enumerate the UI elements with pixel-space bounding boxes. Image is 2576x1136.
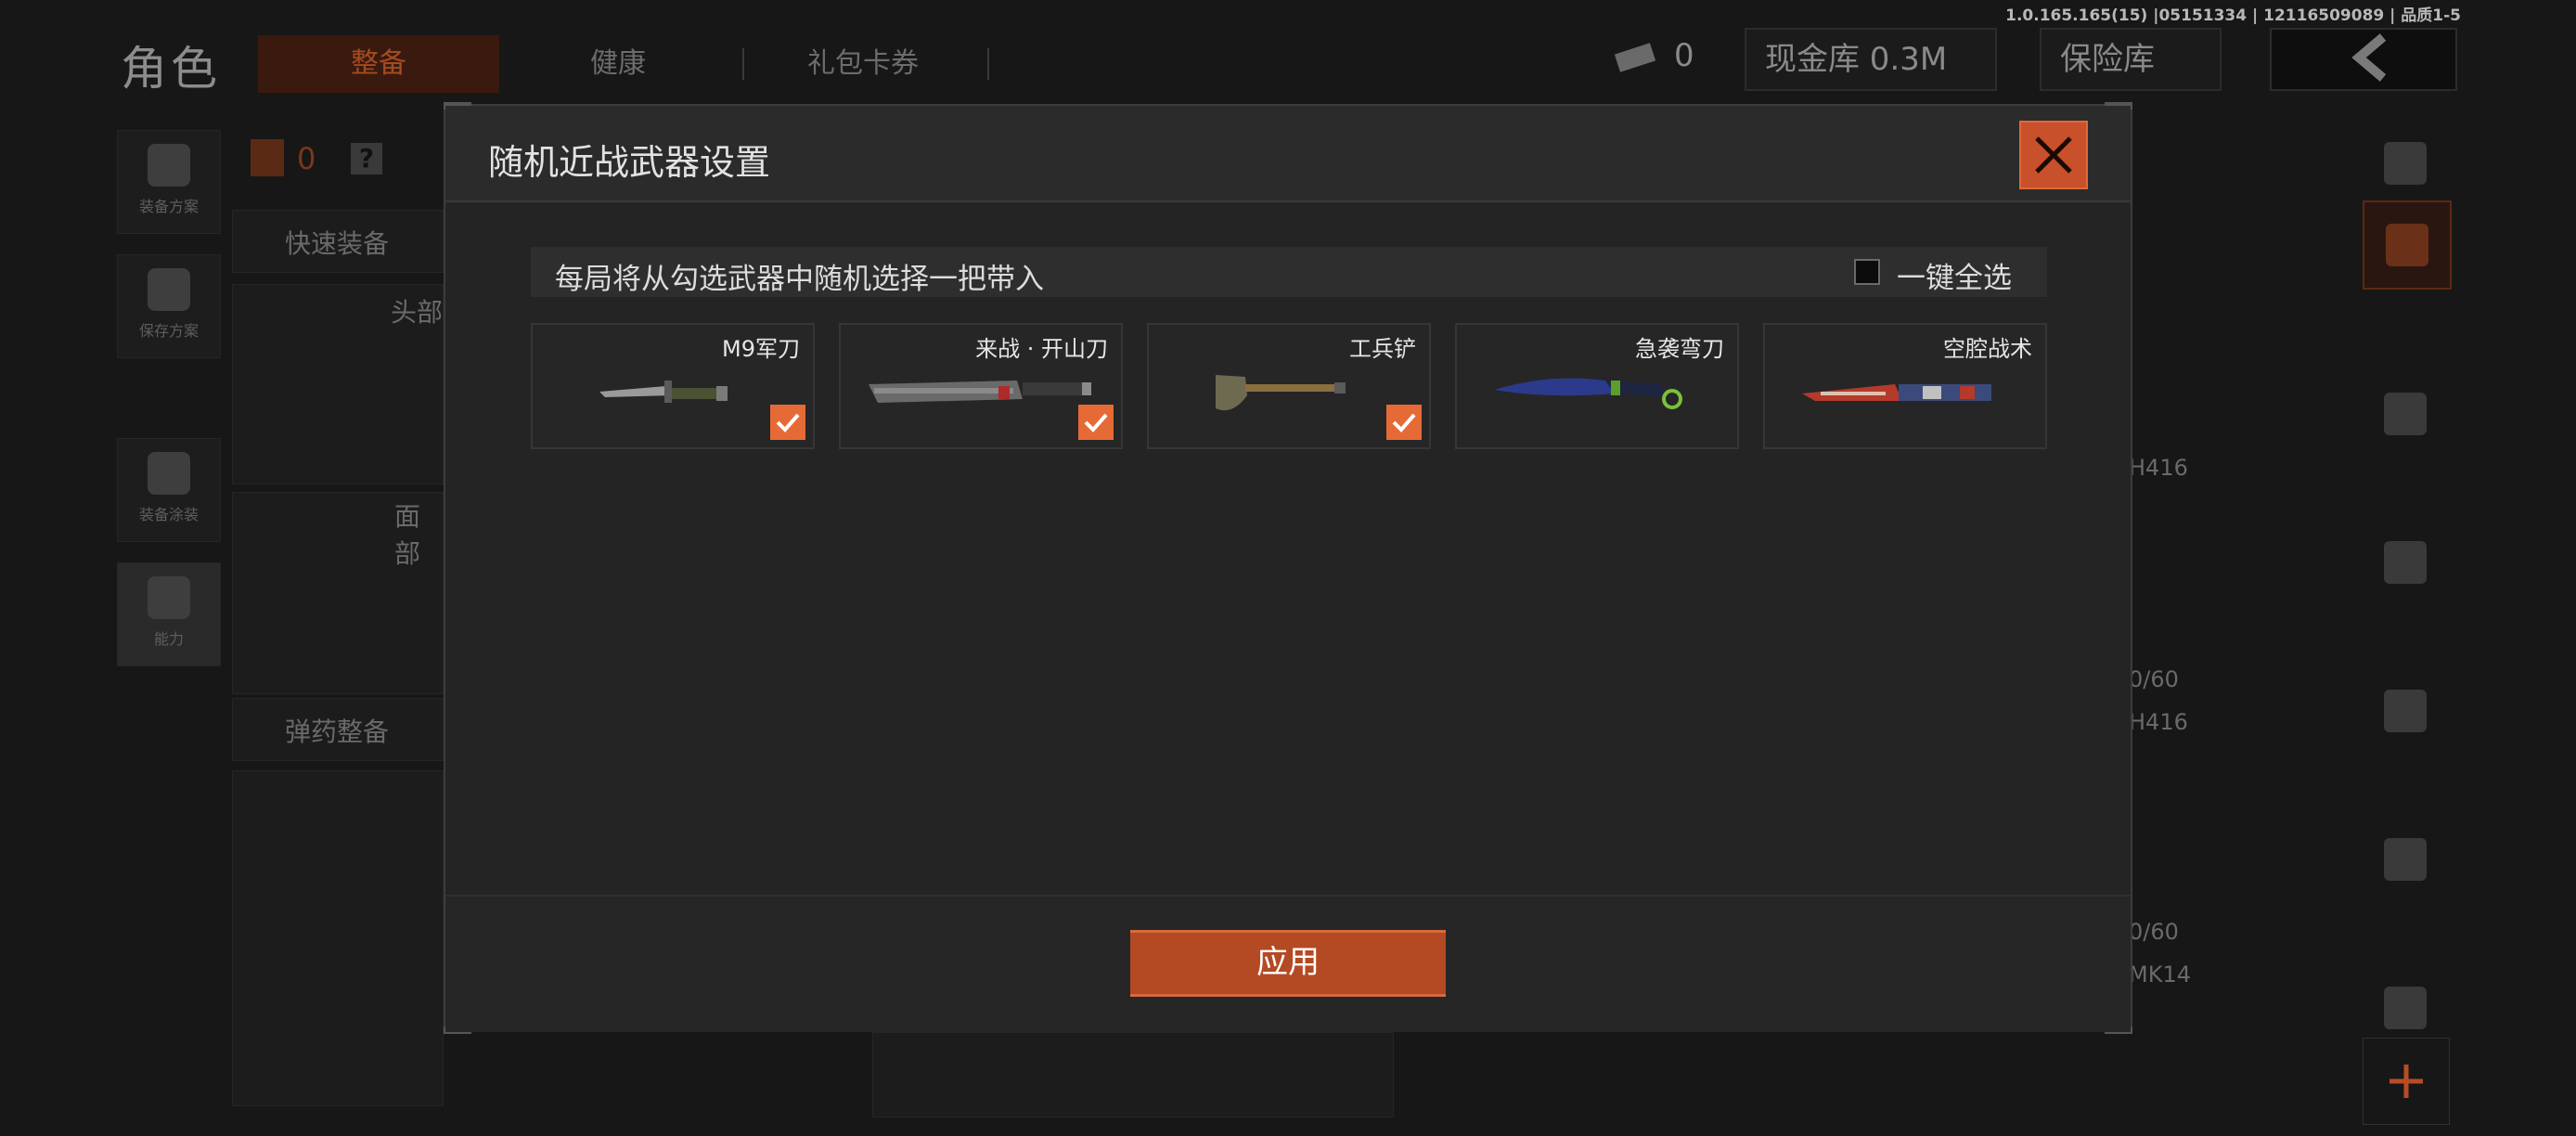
loadout-plan-label: 装备方案 bbox=[138, 198, 199, 215]
tab-divider bbox=[742, 48, 744, 80]
ammo-label: 弹药整备 bbox=[285, 716, 390, 747]
armor-icon bbox=[251, 139, 284, 176]
checkmark-icon bbox=[1084, 413, 1108, 432]
machete-icon bbox=[869, 381, 1091, 403]
save-plan-label: 保存方案 bbox=[138, 322, 199, 340]
quick-equip-label: 快速装备 bbox=[285, 228, 390, 259]
grenade-icon[interactable] bbox=[2363, 817, 2448, 902]
weapon3-name: MK14 bbox=[2129, 962, 2191, 988]
karambit-icon bbox=[1494, 378, 1682, 409]
weapon-card-tactical[interactable]: 空腔战术 bbox=[1763, 323, 2047, 449]
checkmark-icon bbox=[1392, 413, 1416, 432]
armor-count: 0 bbox=[297, 141, 316, 176]
outfit-icon[interactable] bbox=[2363, 200, 2452, 290]
ammo-button[interactable]: 弹药整备 bbox=[232, 698, 444, 761]
weapon-checkbox[interactable] bbox=[1386, 405, 1422, 440]
cash-vault-label: 现金库 0.3M bbox=[1765, 41, 1948, 78]
weapon-card-machete[interactable]: 来战 · 开山刀 bbox=[839, 323, 1123, 449]
tab-gift[interactable]: 礼包卡券 bbox=[807, 35, 919, 93]
ticket-icon bbox=[1614, 41, 1659, 72]
shovel-icon bbox=[1216, 375, 1346, 411]
layers-icon[interactable] bbox=[2363, 121, 2448, 206]
melee-random-settings-dialog: 随机近战武器设置 每局将从勾选武器中随机选择一把带入 一键全选 M9军刀 来战 … bbox=[444, 102, 2132, 1034]
cash-vault-button[interactable]: 现金库 0.3M bbox=[1745, 28, 1997, 91]
head-slot[interactable]: 头部 bbox=[232, 284, 444, 484]
add-icon[interactable] bbox=[2363, 1038, 2450, 1125]
lightning-icon bbox=[148, 576, 190, 619]
top-bar: 角色 整备 健康 礼包卡券 0 现金库 0.3M 保险库 bbox=[0, 0, 2576, 121]
dialog-footer: 应用 bbox=[445, 895, 2131, 1032]
page-title: 角色 bbox=[121, 42, 221, 96]
weapon1-name: H416 bbox=[2129, 455, 2188, 481]
dialog-title: 随机近战武器设置 bbox=[488, 142, 771, 183]
skin-button[interactable]: 装备涂装 bbox=[117, 438, 221, 542]
tab-equip[interactable]: 整备 bbox=[258, 35, 499, 93]
back-button[interactable] bbox=[2270, 28, 2457, 91]
ticket-count: 0 bbox=[1674, 37, 1694, 74]
info-bar: 每局将从勾选武器中随机选择一把带入 一键全选 bbox=[531, 247, 2047, 297]
safe-vault-button[interactable]: 保险库 bbox=[2040, 28, 2222, 91]
select-all-box[interactable] bbox=[1854, 259, 1880, 285]
weapon-checkbox[interactable] bbox=[770, 405, 805, 440]
pet-icon[interactable] bbox=[2363, 371, 2448, 457]
loadout-plan-button[interactable]: 装备方案 bbox=[117, 130, 221, 234]
safe-vault-label: 保险库 bbox=[2060, 41, 2155, 78]
weapon-card-shovel[interactable]: 工兵铲 bbox=[1147, 323, 1431, 449]
helmet-icon bbox=[148, 452, 190, 495]
head-slot-label: 头部 bbox=[391, 297, 444, 328]
skin-label: 装备涂装 bbox=[138, 506, 199, 523]
melee-slot[interactable] bbox=[872, 1032, 1394, 1117]
tactical-knife-icon bbox=[1802, 384, 1991, 401]
rifle-icon[interactable] bbox=[2363, 520, 2448, 605]
close-button[interactable] bbox=[2019, 121, 2088, 189]
weapon-card-m9[interactable]: M9军刀 bbox=[531, 323, 815, 449]
bayonet-knife-icon bbox=[599, 381, 728, 403]
apply-button[interactable]: 应用 bbox=[1130, 930, 1446, 997]
weapon2-name: H416 bbox=[2129, 709, 2188, 735]
backpack-icon bbox=[148, 144, 190, 187]
checkmark-icon bbox=[776, 413, 800, 432]
weapon-card-karambit[interactable]: 急袭弯刀 bbox=[1455, 323, 1739, 449]
close-icon bbox=[2035, 136, 2072, 174]
weapon1-ammo: 0/60 bbox=[2129, 666, 2179, 692]
select-all-label: 一键全选 bbox=[1897, 262, 2012, 295]
tab-health[interactable]: 健康 bbox=[590, 35, 646, 93]
magazine-icon[interactable] bbox=[2363, 668, 2448, 754]
tab-divider bbox=[987, 48, 989, 80]
vest-slot[interactable] bbox=[232, 770, 444, 1106]
face-slot[interactable]: 面部 bbox=[232, 492, 444, 694]
face-slot-label: 面部 bbox=[394, 501, 421, 569]
weapon-checkbox[interactable] bbox=[1078, 405, 1114, 440]
quick-equip-button[interactable]: 快速装备 bbox=[232, 210, 444, 273]
dialog-header: 随机近战武器设置 bbox=[445, 106, 2131, 202]
save-plan-button[interactable]: 保存方案 bbox=[117, 254, 221, 358]
info-text: 每局将从勾选武器中随机选择一把带入 bbox=[555, 263, 1044, 296]
weapon2-ammo: 0/60 bbox=[2129, 919, 2179, 945]
download-icon bbox=[148, 268, 190, 311]
ability-button[interactable]: 能力 bbox=[117, 562, 221, 666]
back-arrow-icon bbox=[2351, 33, 2387, 82]
ability-label: 能力 bbox=[153, 630, 184, 648]
help-button[interactable]: ? bbox=[351, 143, 382, 174]
